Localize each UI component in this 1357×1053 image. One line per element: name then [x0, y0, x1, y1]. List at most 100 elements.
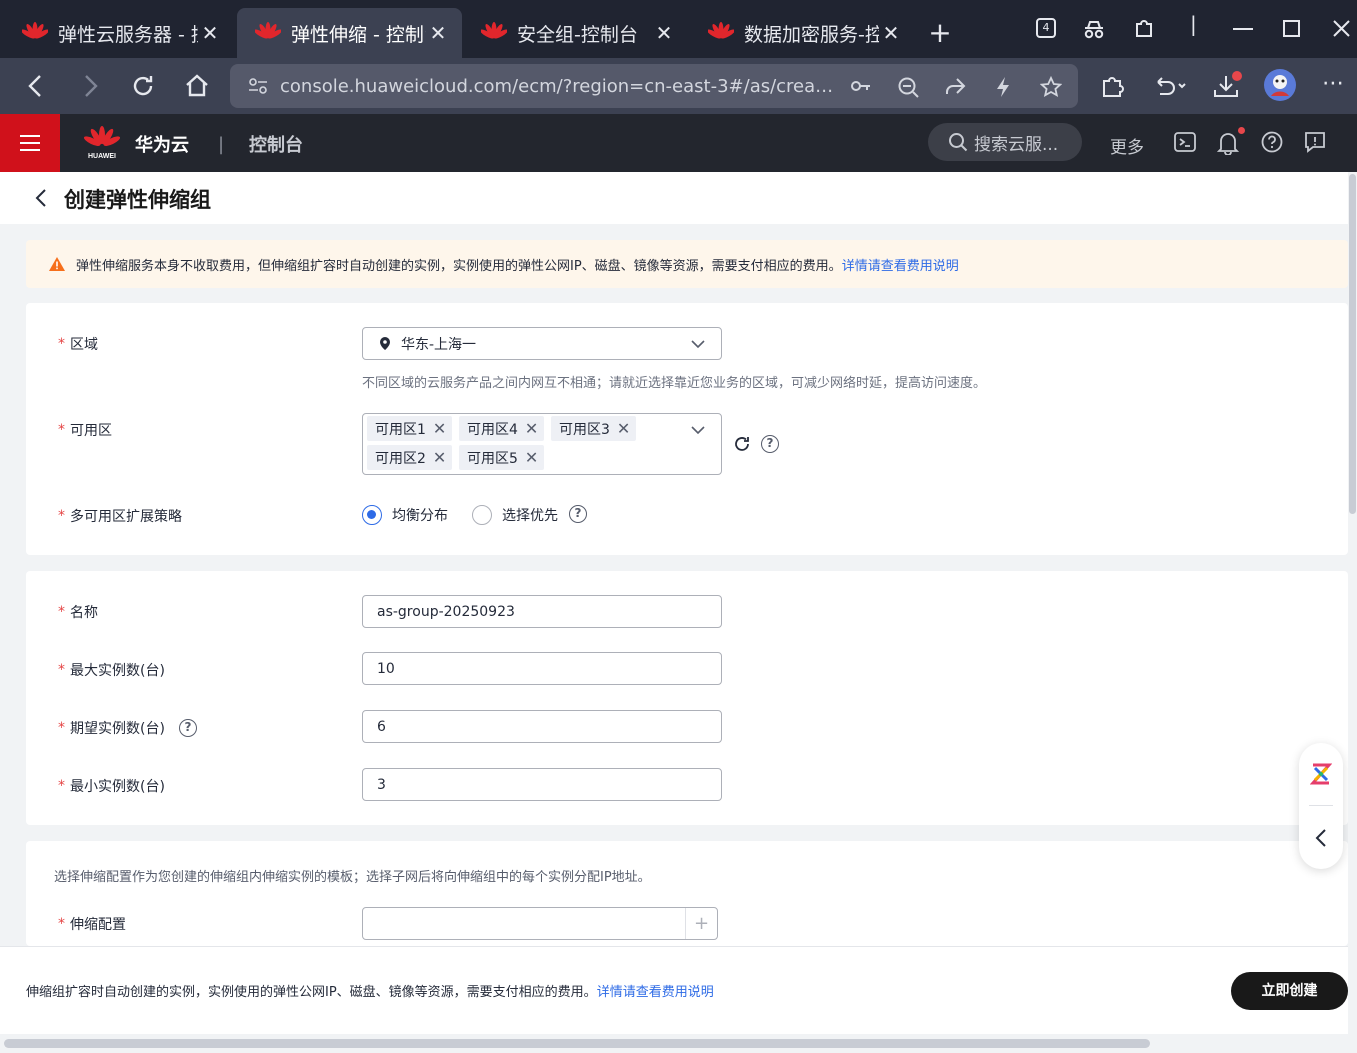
brand-name[interactable]: 华为云 [135, 131, 189, 157]
menu-icon[interactable] [0, 114, 60, 172]
zoom-out-icon[interactable] [897, 76, 919, 98]
forward-icon[interactable] [74, 70, 106, 102]
radio-label: 均衡分布 [392, 508, 448, 524]
add-config-button[interactable]: + [685, 908, 717, 939]
create-now-button[interactable]: 立即创建 [1231, 972, 1348, 1010]
back-arrow-icon[interactable] [32, 186, 50, 210]
console-link[interactable]: 控制台 [249, 131, 303, 157]
min-instances-input[interactable]: 3 [362, 768, 722, 801]
remove-tag-icon[interactable]: ✕ [525, 419, 538, 438]
footer-bar: 伸缩组扩容时自动创建的实例，实例使用的弹性公网IP、磁盘、镜像等资源，需要支付相… [0, 946, 1348, 1034]
scroll-thumb[interactable] [4, 1039, 1150, 1048]
help-icon[interactable]: ? [761, 435, 779, 453]
max-instances-label: * 最大实例数(台) [58, 660, 165, 680]
tab-title: 数据加密服务-控 [744, 23, 879, 46]
radio-priority[interactable]: 选择优先 [472, 505, 558, 525]
az-tag: 可用区5 ✕ [459, 445, 545, 470]
remove-tag-icon[interactable]: ✕ [433, 448, 446, 467]
tab-count-icon[interactable]: 4 [1036, 18, 1056, 38]
az-label: * 可用区 [58, 420, 112, 440]
url-text: console.huaweicloud.com/ecm/?region=cn-e… [280, 75, 840, 97]
close-icon[interactable]: ✕ [198, 21, 222, 45]
az-tag: 可用区4 ✕ [459, 416, 545, 441]
tab-title: 弹性云服务器 - 控 [58, 23, 198, 46]
extensions-icon[interactable] [1133, 18, 1155, 40]
search-icon [949, 133, 968, 152]
browser-tab-dew[interactable]: 数据加密服务-控 ✕ [690, 8, 915, 58]
required-mark: * [58, 662, 65, 678]
vertical-scrollbar[interactable] [1348, 172, 1357, 1034]
chevron-down-icon[interactable] [691, 425, 705, 435]
remove-tag-icon[interactable]: ✕ [525, 448, 538, 467]
name-label: * 名称 [58, 602, 98, 622]
name-input[interactable]: as-group-20250923 [362, 595, 722, 628]
header-search[interactable]: 搜索云服... [928, 123, 1082, 161]
required-mark: * [58, 336, 65, 352]
undo-menu-icon[interactable] [1152, 74, 1188, 98]
fee-details-link[interactable]: 详情请查看费用说明 [842, 255, 959, 274]
extension-puzzle-icon[interactable] [1100, 74, 1124, 98]
collapse-left-icon[interactable] [1314, 828, 1328, 848]
profile-avatar[interactable] [1263, 68, 1297, 102]
radio-label: 选择优先 [502, 508, 558, 524]
key-icon[interactable] [850, 76, 872, 96]
minimize-icon[interactable] [1233, 28, 1253, 30]
cloud-shell-icon[interactable] [1173, 131, 1197, 153]
config-select[interactable]: + [362, 907, 718, 940]
radio-balanced[interactable]: 均衡分布 [362, 505, 448, 525]
footer-fee-link[interactable]: 详情请查看费用说明 [597, 985, 714, 1000]
required-mark: * [58, 916, 65, 932]
home-icon[interactable] [181, 70, 213, 102]
config-label: * 伸缩配置 [58, 914, 126, 934]
refresh-icon[interactable] [732, 434, 752, 454]
strategy-label: * 多可用区扩展策略 [58, 506, 182, 526]
required-mark: * [58, 508, 65, 524]
incognito-icon[interactable] [1082, 19, 1106, 39]
config-card: 选择伸缩配置作为您创建的伸缩组内伸缩实例的模板；选择子网后将向伸缩组中的每个实例… [26, 841, 1348, 946]
header-separator: | [218, 134, 225, 155]
maximize-icon[interactable] [1283, 20, 1300, 37]
horizontal-scrollbar[interactable] [0, 1034, 1357, 1053]
huawei-logo-icon[interactable]: HUAWEI [84, 126, 120, 160]
browser-tab-as[interactable]: 弹性伸缩 - 控制台 ✕ [237, 8, 462, 58]
close-icon[interactable]: ✕ [879, 21, 903, 45]
huawei-favicon-icon [22, 22, 48, 39]
favorite-star-icon[interactable] [1040, 76, 1062, 98]
max-instances-input[interactable]: 10 [362, 652, 722, 685]
notification-bell-icon[interactable] [1217, 131, 1239, 155]
browser-toolbar: console.huaweicloud.com/ecm/?region=cn-e… [0, 58, 1357, 114]
feedback-icon[interactable] [1304, 131, 1326, 153]
reload-icon[interactable] [127, 70, 159, 102]
panel-divider [1309, 805, 1333, 806]
lightning-icon[interactable] [994, 76, 1012, 98]
remove-tag-icon[interactable]: ✕ [617, 419, 630, 438]
address-bar[interactable]: console.huaweicloud.com/ecm/?region=cn-e… [230, 64, 1078, 108]
close-icon[interactable]: ✕ [652, 21, 676, 45]
new-tab-button[interactable]: + [925, 16, 955, 49]
help-icon[interactable]: ? [178, 719, 197, 737]
downloads-icon[interactable] [1212, 70, 1246, 100]
region-select[interactable]: 华东-上海一 [362, 327, 722, 360]
desired-instances-input[interactable]: 6 [362, 710, 722, 743]
browser-tab-ecs[interactable]: 弹性云服务器 - 控 ✕ [4, 8, 234, 58]
more-menu[interactable]: 更多 [1110, 133, 1144, 158]
page-header: 创建弹性伸缩组 [0, 172, 1348, 224]
back-icon[interactable] [20, 70, 52, 102]
share-icon[interactable] [944, 76, 966, 96]
window-close-icon[interactable] [1333, 20, 1350, 37]
browser-tab-security-group[interactable]: 安全组-控制台 ✕ [463, 8, 688, 58]
desired-instances-label: * 期望实例数(台) ? [58, 718, 197, 738]
name-label-text: 名称 [70, 605, 98, 621]
remove-tag-icon[interactable]: ✕ [433, 419, 446, 438]
help-icon[interactable] [1261, 131, 1283, 153]
scroll-thumb[interactable] [1349, 174, 1356, 514]
close-icon[interactable]: ✕ [426, 21, 450, 45]
az-tag-label: 可用区2 [375, 450, 426, 467]
az-multiselect[interactable]: 可用区1 ✕ 可用区4 ✕ 可用区3 ✕ 可用区2 ✕ 可用区5 ✕ [362, 413, 722, 475]
huawei-favicon-icon [481, 22, 507, 39]
footer-text: 伸缩组扩容时自动创建的实例，实例使用的弹性公网IP、磁盘、镜像等资源，需要支付相… [26, 981, 714, 1000]
site-settings-icon[interactable] [248, 77, 268, 95]
assistant-logo-icon[interactable] [1310, 762, 1332, 786]
help-icon[interactable]: ? [569, 505, 587, 523]
more-menu-icon[interactable]: ⋯ [1322, 71, 1344, 96]
